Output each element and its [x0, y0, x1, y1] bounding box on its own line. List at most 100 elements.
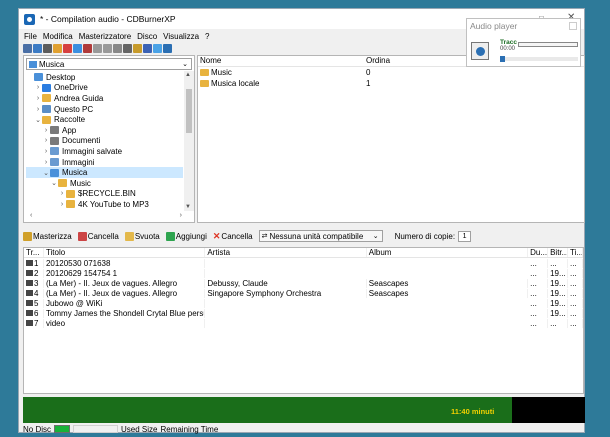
tree-item[interactable]: › Documenti	[26, 136, 183, 147]
seek-handle[interactable]	[500, 56, 505, 62]
file-row[interactable]: Musica locale 1	[198, 78, 584, 89]
column-album[interactable]: Album	[367, 248, 529, 257]
column-order[interactable]: Ordina	[364, 56, 464, 66]
column-duration[interactable]: Du...	[528, 248, 549, 257]
track-row[interactable]: 4 (La Mer) - II. Jeux de vagues. Allegro S…	[24, 288, 583, 298]
volume-bar[interactable]	[518, 42, 578, 47]
track-list-header: Tr... Titolo Artista Album Du... Bitr...…	[24, 248, 583, 258]
tree-vertical-scrollbar[interactable]: ▲ ▼	[184, 71, 194, 211]
column-track[interactable]: Tr...	[24, 248, 44, 257]
track-row[interactable]: 3 (La Mer) - II. Jeux de vagues. Allegro D…	[24, 278, 583, 288]
empty-button[interactable]: Svuota	[124, 231, 160, 241]
expand-chevron-icon[interactable]: ›	[42, 148, 50, 155]
chevron-down-icon[interactable]: ⌄	[373, 232, 379, 240]
tree-item[interactable]: › OneDrive	[26, 83, 183, 94]
toolbar-icon[interactable]	[23, 44, 32, 53]
expand-chevron-icon[interactable]: ›	[34, 84, 42, 91]
tree-item[interactable]: ⌄ Raccolte	[26, 114, 183, 125]
tree-item[interactable]: › Immagini salvate	[26, 146, 183, 157]
folder-icon	[50, 136, 59, 145]
expand-chevron-icon[interactable]: ⌄	[50, 179, 58, 187]
add-button[interactable]: Aggiungi	[165, 231, 207, 241]
scroll-left-icon[interactable]: ‹	[30, 212, 32, 219]
tree-item[interactable]: › Immagini	[26, 157, 183, 168]
tree-item[interactable]: ⌄ Music	[26, 178, 183, 189]
tree-item-label: Immagini	[62, 157, 95, 167]
file-row[interactable]: Music 0	[198, 67, 584, 78]
track-row[interactable]: 6 Tommy James the Shondell Crytal Blue pe…	[24, 308, 583, 318]
expand-chevron-icon[interactable]: ›	[42, 137, 50, 144]
track-row[interactable]: 5 Jubowo @ WiKi... 19......	[24, 298, 583, 308]
add-label: Aggiungi	[175, 231, 207, 241]
toolbar-icon[interactable]	[133, 44, 142, 53]
tree-item[interactable]: › $RECYCLE.BIN	[26, 189, 183, 200]
menu-item[interactable]: Disco	[137, 32, 157, 43]
track-row[interactable]: 7 video.........	[24, 318, 583, 328]
tree-item[interactable]: › App	[26, 125, 183, 136]
menu-item[interactable]: Visualizza	[163, 32, 199, 43]
toolbar-icon[interactable]	[163, 44, 172, 53]
copies-stepper[interactable]: 1	[458, 230, 472, 242]
chevron-down-icon[interactable]: ⌄	[182, 60, 188, 68]
tree-item[interactable]: ›	[26, 210, 183, 211]
expand-chevron-icon[interactable]: ›	[58, 201, 66, 208]
music-folder-icon	[29, 60, 37, 68]
expand-chevron-icon[interactable]: ⌄	[42, 169, 50, 177]
tree-item[interactable]: › Andrea Guida	[26, 93, 183, 104]
toolbar-icon[interactable]	[113, 44, 122, 53]
tree-item[interactable]: › Questo PC	[26, 104, 183, 115]
toolbar-icon[interactable]	[43, 44, 52, 53]
folder-icon	[42, 105, 51, 114]
tree-item[interactable]: Desktop	[26, 72, 183, 83]
expand-chevron-icon[interactable]: ›	[42, 159, 50, 166]
menu-item[interactable]: File	[24, 32, 37, 43]
toolbar-icon[interactable]	[63, 44, 72, 53]
scroll-up-icon[interactable]: ▲	[185, 72, 191, 78]
toolbar-icon[interactable]	[93, 44, 102, 53]
scroll-thumb[interactable]	[186, 89, 192, 133]
status-spacer	[73, 425, 118, 433]
delete-disc-button[interactable]: Cancella	[77, 231, 119, 241]
scroll-down-icon[interactable]: ▼	[185, 204, 191, 210]
toolbar-icon[interactable]	[123, 44, 132, 53]
track-extra: ...	[568, 268, 583, 278]
expand-chevron-icon[interactable]: ›	[34, 106, 42, 113]
toolbar-icon[interactable]	[53, 44, 62, 53]
tree-horizontal-scrollbar[interactable]: ‹ ›	[26, 212, 184, 221]
tree-item-label: Questo PC	[54, 104, 94, 114]
scroll-right-icon[interactable]: ›	[180, 212, 182, 219]
column-artist[interactable]: Artista	[205, 248, 367, 257]
menu-item[interactable]: Modifica	[43, 32, 73, 43]
track-row[interactable]: 2 20120629 154754 1... 19......	[24, 268, 583, 278]
expand-chevron-icon[interactable]: ›	[58, 190, 66, 197]
copies-control: Numero di copie: 1	[395, 230, 472, 242]
toolbar-icon[interactable]	[33, 44, 42, 53]
track-artist: Debussy, Claude	[205, 278, 367, 288]
player-close-icon[interactable]	[569, 22, 577, 30]
track-title: (La Mer) - II. Jeux de vagues. Allegro	[44, 288, 206, 298]
remove-button[interactable]: ✕ Cancella	[213, 231, 253, 242]
column-extra[interactable]: Ti...	[568, 248, 583, 257]
toolbar-icon[interactable]	[83, 44, 92, 53]
tree-item[interactable]: › 4K YouTube to MP3	[26, 199, 183, 210]
toolbar-icon[interactable]	[143, 44, 152, 53]
column-title[interactable]: Titolo	[44, 248, 206, 257]
burn-button[interactable]: Masterizza	[23, 231, 72, 241]
column-name[interactable]: Nome	[198, 56, 364, 66]
location-combo[interactable]: Musica ⌄	[26, 58, 192, 70]
play-button[interactable]	[471, 42, 489, 60]
toolbar-icon[interactable]	[103, 44, 112, 53]
menu-item[interactable]: ?	[205, 32, 209, 43]
expand-chevron-icon[interactable]: ›	[42, 127, 50, 134]
tree-item[interactable]: ⌄ Musica	[26, 167, 183, 178]
track-row[interactable]: 1 20120530 071638.........	[24, 258, 583, 268]
toolbar-icon[interactable]	[153, 44, 162, 53]
drive-select[interactable]: ⇄ Nessuna unità compatibile ⌄	[258, 230, 383, 242]
toolbar-icon[interactable]	[73, 44, 82, 53]
column-bitrate[interactable]: Bitr...	[548, 248, 569, 257]
tree-item-label: Music	[70, 178, 91, 188]
expand-chevron-icon[interactable]: ›	[34, 95, 42, 102]
seek-bar[interactable]	[500, 56, 578, 62]
menu-item[interactable]: Masterizzatore	[79, 32, 131, 43]
expand-chevron-icon[interactable]: ⌄	[34, 116, 42, 124]
